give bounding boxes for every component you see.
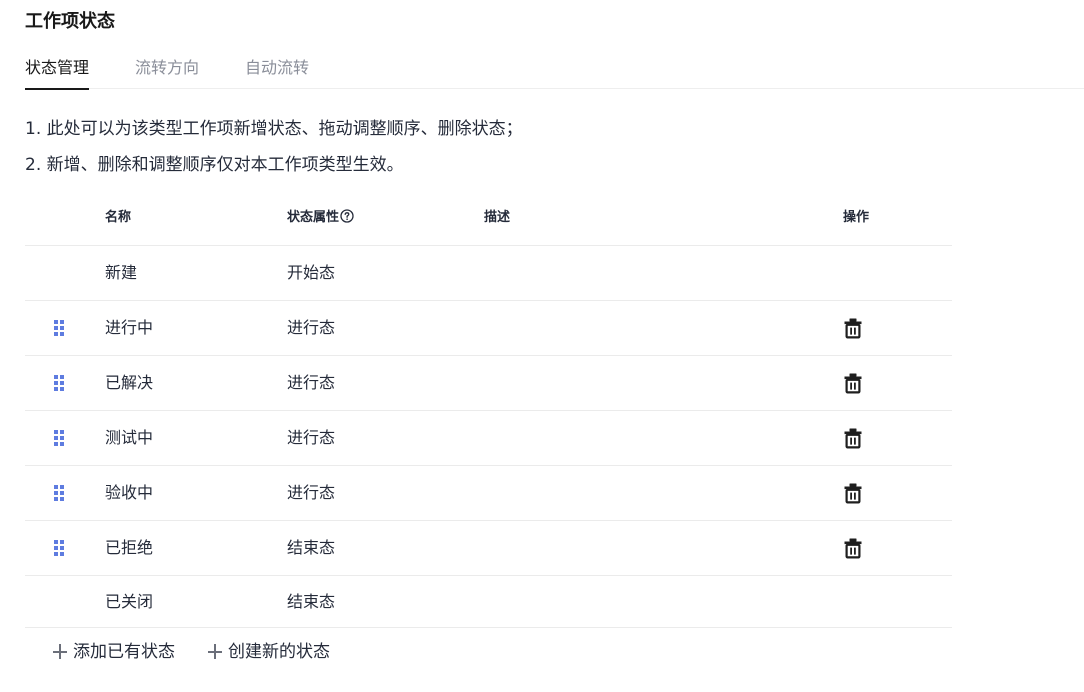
- drag-handle-icon[interactable]: [52, 483, 66, 503]
- status-name: 测试中: [105, 428, 154, 447]
- add-existing-status-button[interactable]: 添加已有状态: [52, 640, 175, 664]
- page-title: 工作项状态: [25, 11, 115, 32]
- column-header-operation: 操作: [843, 210, 870, 225]
- drag-handle-icon[interactable]: [52, 428, 66, 448]
- status-attribute: 进行态: [287, 483, 336, 502]
- status-attribute: 进行态: [287, 318, 336, 337]
- status-attribute: 结束态: [287, 538, 336, 557]
- tab-status-management[interactable]: 状态管理: [25, 56, 90, 90]
- help-icon[interactable]: [340, 209, 354, 223]
- column-header-attribute-label: 状态属性: [287, 210, 340, 225]
- table-row: 已关闭 结束态: [25, 576, 952, 628]
- column-header-attribute: 状态属性: [287, 209, 354, 227]
- tip-line: 1. 此处可以为该类型工作项新增状态、拖动调整顺序、删除状态；: [25, 119, 523, 139]
- trash-icon[interactable]: [843, 317, 863, 339]
- work-item-status-page: 工作项状态 状态管理 流转方向 自动流转 1. 此处可以为该类型工作项新增状态、…: [0, 0, 1084, 692]
- trash-icon[interactable]: [843, 537, 863, 559]
- status-attribute: 进行态: [287, 373, 336, 392]
- status-name: 进行中: [105, 318, 154, 337]
- table-row: 测试中 进行态: [25, 411, 952, 466]
- trash-icon[interactable]: [843, 372, 863, 394]
- column-header-description: 描述: [484, 210, 511, 225]
- drag-handle-icon[interactable]: [52, 538, 66, 558]
- status-name: 验收中: [105, 483, 154, 502]
- table-row: 验收中 进行态: [25, 466, 952, 521]
- status-name: 已关闭: [105, 591, 154, 611]
- drag-handle-icon[interactable]: [52, 318, 66, 338]
- column-header-name: 名称: [105, 210, 132, 225]
- tip-line: 2. 新增、删除和调整顺序仅对本工作项类型生效。: [25, 155, 404, 175]
- add-existing-status-label: 添加已有状态: [73, 642, 175, 662]
- create-new-status-label: 创建新的状态: [228, 642, 330, 662]
- table-row: 已拒绝 结束态: [25, 521, 952, 576]
- table-header: 名称 状态属性 描述 操作: [25, 192, 952, 246]
- drag-handle-icon[interactable]: [52, 373, 66, 393]
- status-name: 已解决: [105, 373, 154, 392]
- plus-icon: [52, 640, 68, 664]
- table-row: 新建 开始态: [25, 246, 952, 301]
- table-row: 已解决 进行态: [25, 356, 952, 411]
- plus-icon: [207, 640, 223, 664]
- tab-bar: 状态管理 流转方向 自动流转: [25, 56, 1084, 90]
- table-body: 新建 开始态 进行中 进行态 已解决 进行态 测试中 进行态 验收中 进行态 已拒绝 结束态 已关闭 结束…: [25, 246, 952, 628]
- status-attribute: 开始态: [287, 263, 336, 282]
- status-name: 新建: [105, 263, 138, 282]
- trash-icon[interactable]: [843, 482, 863, 504]
- table-row: 进行中 进行态: [25, 301, 952, 356]
- status-name: 已拒绝: [105, 538, 154, 557]
- tab-flow-direction[interactable]: 流转方向: [135, 56, 199, 89]
- create-new-status-button[interactable]: 创建新的状态: [207, 640, 330, 664]
- status-attribute: 进行态: [287, 428, 336, 447]
- tab-auto-flow[interactable]: 自动流转: [245, 56, 309, 89]
- status-attribute: 结束态: [287, 591, 336, 611]
- tips: 1. 此处可以为该类型工作项新增状态、拖动调整顺序、删除状态； 2. 新增、删除…: [25, 117, 523, 189]
- status-table: 名称 状态属性 描述 操作 新建 开始态 进行中 进行态 已解决 进行态 测试中 进行态 验收中…: [25, 192, 952, 628]
- trash-icon[interactable]: [843, 427, 863, 449]
